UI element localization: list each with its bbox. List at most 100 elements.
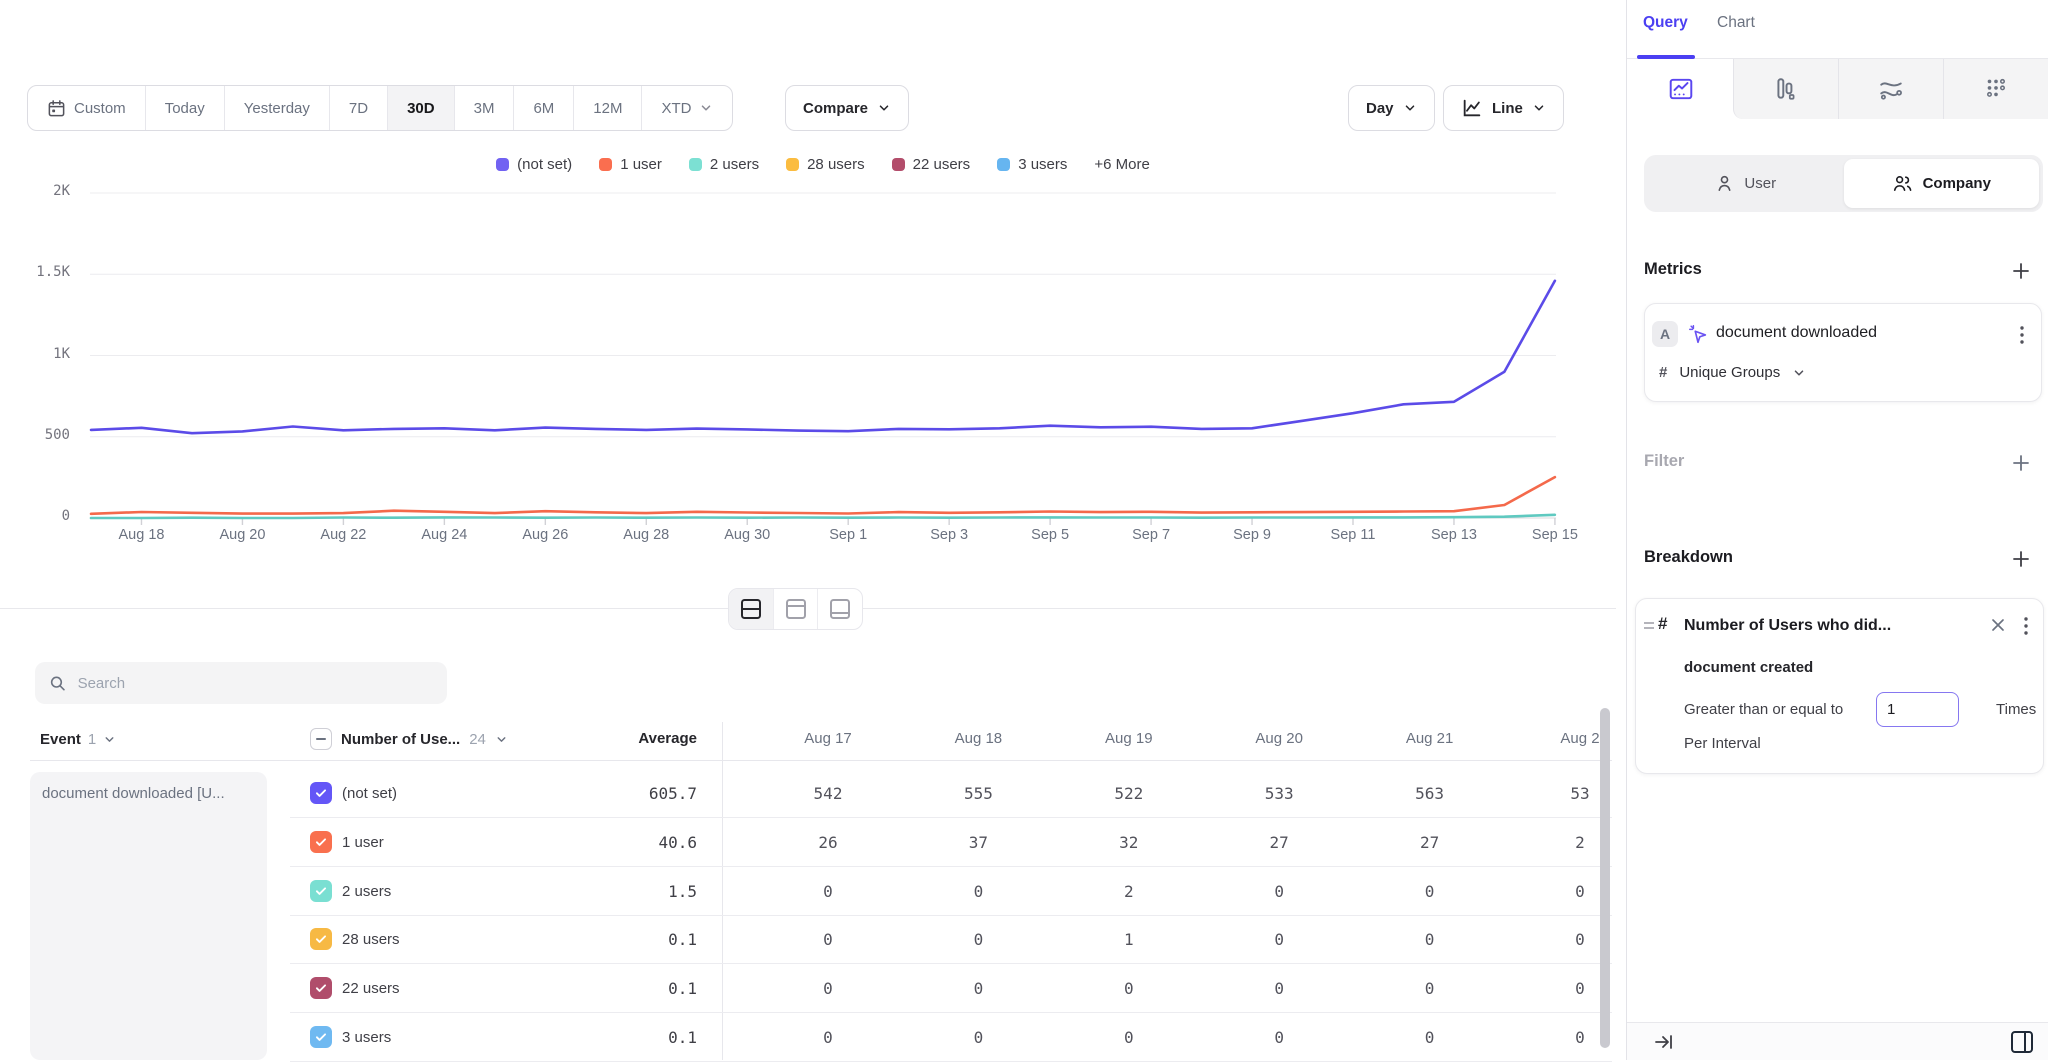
scope-company-label: Company — [1923, 175, 1991, 192]
add-metric-button[interactable] — [2010, 260, 2032, 282]
row-cell-value: 0 — [903, 867, 1053, 916]
row-checkbox[interactable] — [310, 977, 332, 999]
date-column-header: Aug 20 — [1204, 718, 1354, 760]
average-column-header: Average — [562, 718, 697, 760]
breakdown-times-label: Times — [1996, 701, 2036, 718]
metric-card[interactable]: A document downloaded # Unique Groups — [1644, 303, 2042, 402]
row-cell-value: 0 — [903, 964, 1053, 1013]
row-cell-value: 533 — [1204, 769, 1354, 818]
drag-handle-icon[interactable] — [1643, 619, 1655, 633]
chart-type-more-tab[interactable] — [1943, 59, 2048, 119]
row-label: 1 user — [342, 818, 384, 867]
table-row: 3 users0.1000000 — [290, 1013, 1612, 1062]
x-axis-tick-label: Aug 20 — [192, 527, 292, 543]
row-cell-value: 0 — [753, 867, 903, 916]
row-cell-value: 27 — [1204, 818, 1354, 867]
series-column-header[interactable]: Number of Use... 24 — [310, 718, 508, 760]
row-checkbox[interactable] — [310, 782, 332, 804]
more-charts-tab-icon — [1983, 76, 2009, 102]
event-header-label: Event — [40, 731, 81, 748]
check-icon — [314, 981, 328, 995]
search-icon — [49, 674, 67, 693]
breakdown-value-input[interactable] — [1876, 692, 1959, 727]
user-icon — [1715, 174, 1734, 193]
series-header-count: 24 — [469, 731, 486, 748]
date-range-today[interactable]: Today — [146, 86, 225, 130]
series-header-label: Number of Use... — [341, 731, 460, 748]
breakdown-interval-label: Per Interval — [1684, 735, 1761, 752]
row-cell-value: 0 — [1204, 867, 1354, 916]
event-list-item[interactable]: document downloaded [U... — [30, 772, 267, 1060]
row-cell-value: 27 — [1355, 818, 1505, 867]
row-average-value: 0.1 — [562, 1013, 697, 1062]
row-cell-value: 26 — [753, 818, 903, 867]
row-checkbox[interactable] — [310, 1026, 332, 1048]
metrics-section-title: Metrics — [1644, 260, 1702, 279]
scope-user-option[interactable]: User — [1648, 159, 1844, 208]
close-icon[interactable] — [1988, 615, 2008, 635]
scope-company-option[interactable]: Company — [1844, 159, 2040, 208]
tab-query[interactable]: Query — [1643, 14, 1688, 32]
metric-badge: A — [1652, 321, 1678, 347]
date-range-label: Today — [165, 100, 205, 117]
add-filter-button[interactable] — [2010, 452, 2032, 474]
select-all-checkbox[interactable] — [310, 728, 332, 750]
event-column-header[interactable]: Event 1 — [40, 718, 116, 760]
row-cell-value: 2 — [1054, 867, 1204, 916]
chart-type-flow-tab[interactable] — [1838, 59, 1943, 119]
row-average-value: 0.1 — [562, 964, 697, 1013]
row-label: 3 users — [342, 1013, 391, 1062]
row-average-value: 1.5 — [562, 867, 697, 916]
row-cell-value: 0 — [1054, 964, 1204, 1013]
scope-user-label: User — [1744, 175, 1776, 192]
panel-tab-bar: Query Chart — [1627, 0, 2048, 59]
metric-name: document downloaded — [1716, 324, 1877, 342]
row-average-value: 0.1 — [562, 915, 697, 964]
row-checkbox[interactable] — [310, 928, 332, 950]
row-cell-value: 0 — [1204, 964, 1354, 1013]
check-icon — [314, 1030, 328, 1044]
tab-chart[interactable]: Chart — [1717, 14, 1755, 32]
add-breakdown-button[interactable] — [2010, 548, 2032, 570]
row-cell-value: 0 — [753, 964, 903, 1013]
event-header-count: 1 — [88, 731, 96, 748]
date-column-header: Aug 21 — [1355, 718, 1505, 760]
metric-menu-icon[interactable] — [2013, 324, 2031, 346]
row-checkbox[interactable] — [310, 831, 332, 853]
breakdown-menu-icon[interactable] — [2017, 615, 2035, 637]
flow-chart-tab-icon — [1878, 76, 1904, 102]
table-row: 1 user40.626373227272 — [290, 818, 1612, 867]
table-row: 22 users0.1000000 — [290, 964, 1612, 1013]
measure-dropdown[interactable]: # Unique Groups — [1659, 364, 1806, 381]
chart-type-line-tab[interactable] — [1628, 59, 1733, 119]
indeterminate-icon — [315, 733, 327, 745]
breakdown-event-name: document created — [1684, 659, 1813, 676]
date-column-header: Aug 19 — [1054, 718, 1204, 760]
table-series-area: Number of Use... 24 Average Aug 17Aug 18… — [290, 0, 1616, 1060]
check-icon — [314, 884, 328, 898]
breakdown-card[interactable]: # Number of Users who did... document cr… — [1635, 598, 2044, 774]
row-label: (not set) — [342, 769, 397, 818]
vertical-scrollbar[interactable] — [1600, 708, 1610, 1048]
date-range-custom[interactable]: Custom — [28, 86, 146, 130]
row-label: 28 users — [342, 915, 400, 964]
row-cell-value: 563 — [1355, 769, 1505, 818]
table-row: 28 users0.1001000 — [290, 915, 1612, 964]
row-cell-value: 0 — [1054, 1013, 1204, 1062]
calendar-icon — [47, 99, 66, 118]
chart-type-bar-tab[interactable] — [1733, 59, 1838, 119]
check-icon — [314, 835, 328, 849]
query-panel: Query Chart User Company Metrics A do — [1626, 0, 2048, 1060]
check-icon — [314, 786, 328, 800]
row-cell-value: 0 — [1355, 915, 1505, 964]
row-cell-value: 0 — [1204, 915, 1354, 964]
collapse-panel-icon[interactable] — [1653, 1032, 1675, 1052]
panel-footer — [1627, 1022, 2048, 1060]
company-icon — [1892, 174, 1913, 193]
chevron-down-icon — [495, 733, 508, 746]
row-average-value: 40.6 — [562, 818, 697, 867]
row-cell-value: 0 — [903, 915, 1053, 964]
toggle-sidebar-icon[interactable] — [2009, 1029, 2035, 1055]
chart-type-tabs — [1628, 59, 2048, 119]
row-checkbox[interactable] — [310, 880, 332, 902]
